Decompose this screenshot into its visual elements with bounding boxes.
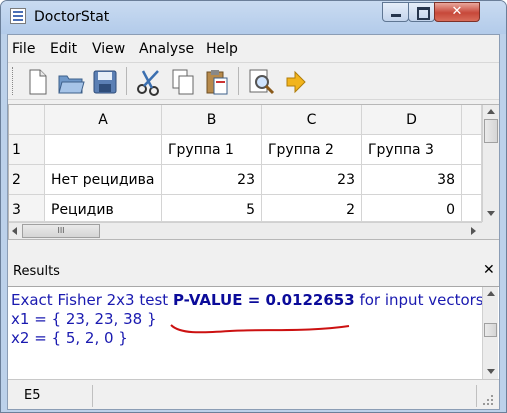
grid-vertical-scroll-thumb[interactable]	[484, 119, 498, 143]
cell-e2[interactable]	[462, 165, 482, 195]
arrow-right-icon[interactable]	[280, 67, 310, 97]
open-folder-icon[interactable]	[56, 67, 86, 97]
results-close-icon[interactable]: ✕	[483, 262, 495, 278]
grid-horizontal-scrollbar[interactable]: III	[9, 222, 482, 239]
column-header-d[interactable]: D	[362, 105, 462, 135]
column-header-b[interactable]: B	[162, 105, 262, 135]
close-button[interactable]: ✕	[434, 2, 480, 22]
cell-d2[interactable]: 38	[362, 165, 462, 195]
result-test-name: Exact Fisher 2x3 test	[11, 291, 169, 309]
results-scroll-down-arrow-icon[interactable]	[487, 369, 495, 374]
results-output[interactable]: Exact Fisher 2x3 test P-VALUE = 0.012265…	[8, 286, 499, 380]
toolbar	[8, 62, 499, 100]
cell-c1[interactable]: Группа 2	[262, 135, 362, 165]
menu-help[interactable]: Help	[206, 41, 238, 57]
result-line-3: x2 = { 5, 2, 0 }	[11, 329, 128, 347]
status-divider	[92, 385, 93, 407]
column-header-c[interactable]: C	[262, 105, 362, 135]
column-header-a[interactable]: A	[45, 105, 162, 135]
results-panel-header: Results ✕	[8, 258, 499, 285]
menu-analyse[interactable]: Analyse	[139, 41, 194, 57]
app-window: DoctorStat ✕ File Edit View Analyse Help	[0, 0, 507, 413]
results-scroll-thumb[interactable]	[484, 323, 497, 337]
status-cell-reference: E5	[24, 388, 41, 403]
results-vertical-scrollbar[interactable]	[482, 287, 498, 379]
result-line-2: x1 = { 23, 23, 38 }	[11, 310, 157, 328]
grid-vertical-scrollbar[interactable]	[482, 105, 499, 222]
cell-a3[interactable]: Рецидив	[45, 195, 162, 222]
cell-b2[interactable]: 23	[162, 165, 262, 195]
cell-b3[interactable]: 5	[162, 195, 262, 222]
client-area: File Edit View Analyse Help A B C D 1 Гр…	[7, 34, 500, 410]
corner-header[interactable]	[9, 105, 45, 135]
cell-a2[interactable]: Нет рецидива	[45, 165, 162, 195]
cell-c2[interactable]: 23	[262, 165, 362, 195]
title-bar[interactable]: DoctorStat ✕	[1, 1, 506, 34]
result-line-1: Exact Fisher 2x3 test P-VALUE = 0.012265…	[11, 291, 489, 309]
minimize-button[interactable]	[382, 2, 409, 22]
results-scroll-up-arrow-icon[interactable]	[487, 291, 495, 296]
resize-grip-icon[interactable]	[482, 394, 494, 406]
cell-d1[interactable]: Группа 3	[362, 135, 462, 165]
scroll-left-arrow-icon[interactable]	[12, 227, 17, 235]
copy-icon[interactable]	[168, 67, 198, 97]
toolbar-separator	[238, 67, 239, 95]
maximize-button[interactable]	[408, 2, 435, 22]
cell-c3[interactable]: 2	[262, 195, 362, 222]
column-header-e[interactable]	[462, 105, 482, 135]
preview-search-icon[interactable]	[246, 67, 276, 97]
menu-view[interactable]: View	[92, 41, 125, 57]
toolbar-separator	[126, 67, 127, 95]
menu-file[interactable]: File	[12, 41, 35, 57]
cut-scissors-icon[interactable]	[134, 67, 164, 97]
window-title: DoctorStat	[34, 9, 110, 25]
scroll-right-arrow-icon[interactable]	[471, 227, 476, 235]
result-p-value: P-VALUE = 0.0122653	[172, 291, 355, 309]
paste-icon[interactable]	[202, 67, 232, 97]
spreadsheet-grid[interactable]: A B C D 1 Группа 1 Группа 2 Группа 3 2 Н…	[8, 104, 499, 240]
status-bar: E5	[8, 382, 499, 409]
toolbar-grip[interactable]	[12, 67, 15, 95]
menu-bar: File Edit View Analyse Help	[8, 35, 499, 62]
row-header-3[interactable]: 3	[9, 195, 45, 222]
result-line-1-suffix: for input vectors:	[359, 291, 489, 309]
scroll-up-arrow-icon[interactable]	[487, 109, 495, 114]
cell-d3[interactable]: 0	[362, 195, 462, 222]
red-underline-annotation	[170, 324, 350, 334]
cell-a1[interactable]	[45, 135, 162, 165]
row-header-2[interactable]: 2	[9, 165, 45, 195]
grid-horizontal-scroll-thumb[interactable]: III	[22, 224, 100, 238]
cell-e1[interactable]	[462, 135, 482, 165]
cell-b1[interactable]: Группа 1	[162, 135, 262, 165]
save-disk-icon[interactable]	[90, 67, 120, 97]
new-file-icon[interactable]	[22, 67, 52, 97]
close-icon: ✕	[451, 4, 463, 19]
status-divider	[476, 385, 477, 407]
menu-edit[interactable]: Edit	[50, 41, 77, 57]
scroll-down-arrow-icon[interactable]	[487, 211, 495, 216]
cell-e3[interactable]	[462, 195, 482, 222]
app-icon	[10, 8, 26, 24]
results-panel-title: Results	[13, 264, 60, 279]
scrollbar-corner	[482, 222, 499, 239]
row-header-1[interactable]: 1	[9, 135, 45, 165]
